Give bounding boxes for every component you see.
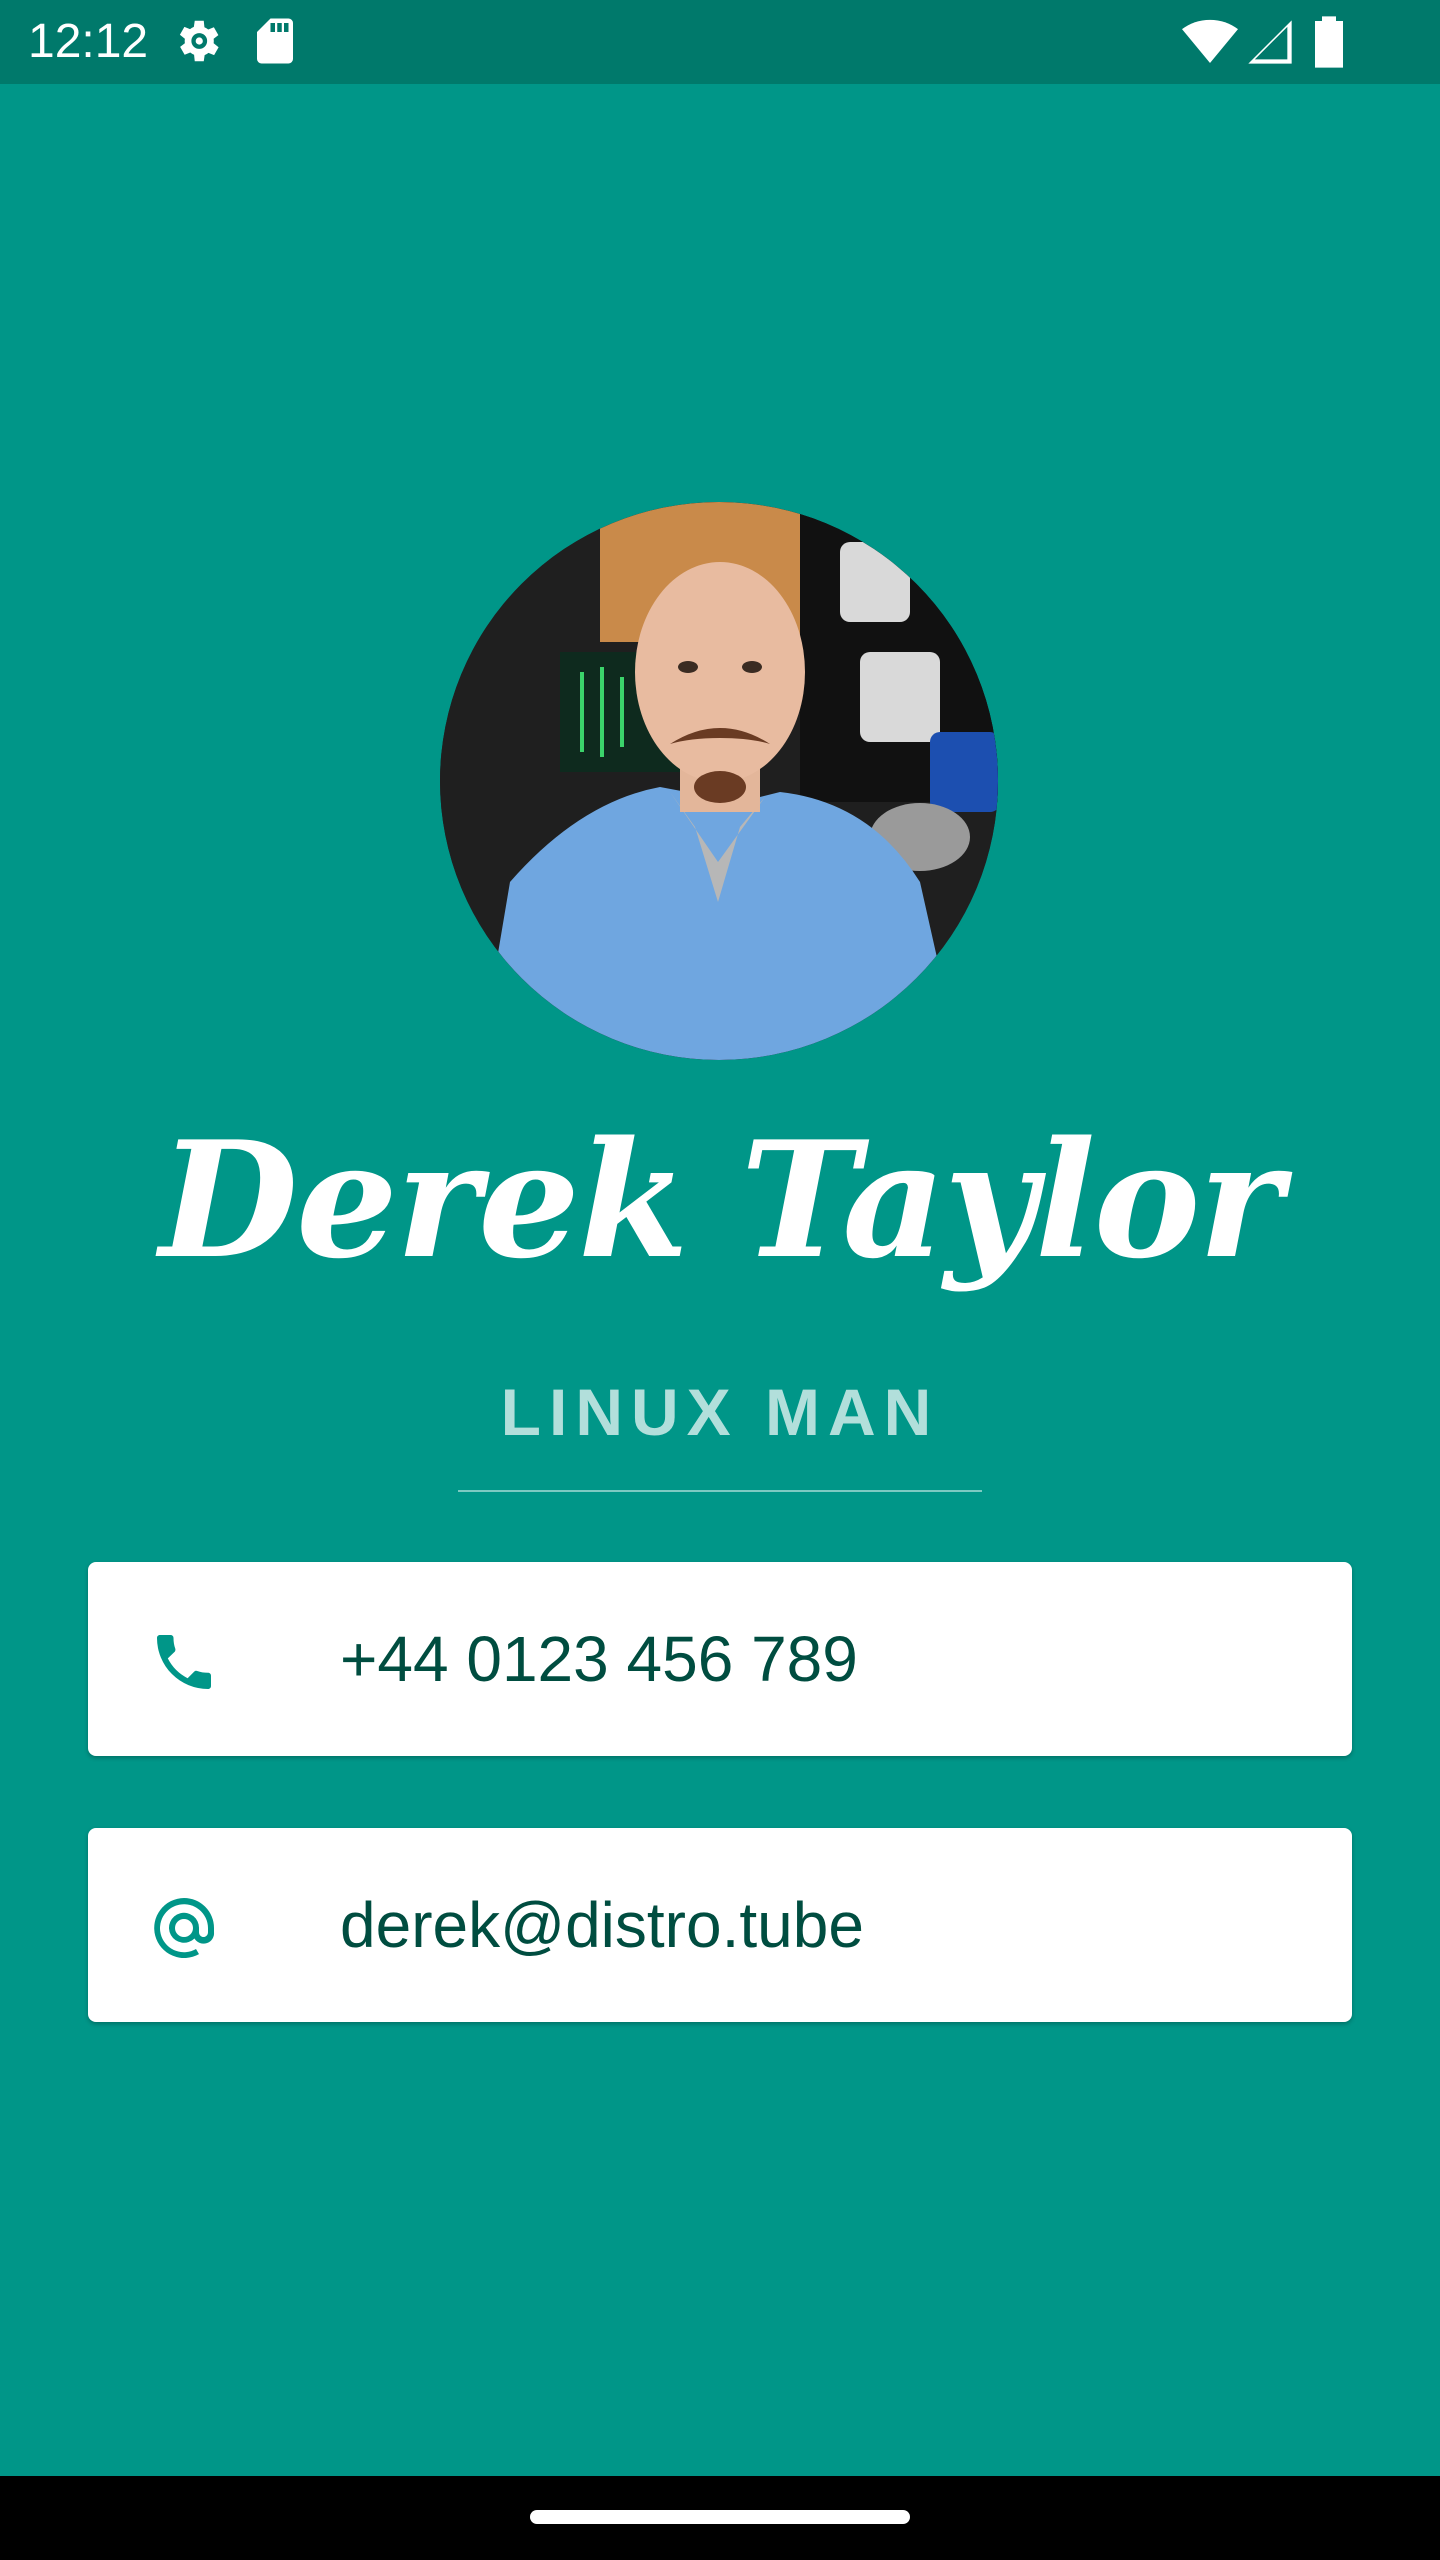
profile-name: Derek Taylor xyxy=(159,1106,1282,1294)
phone-card[interactable]: +44 0123 456 789 xyxy=(88,1562,1352,1756)
navigation-bar xyxy=(0,2476,1440,2560)
status-bar: 12:12 xyxy=(0,0,1440,84)
signal-icon xyxy=(1244,14,1296,74)
profile-title: LINUX MAN xyxy=(500,1375,940,1449)
wifi-icon xyxy=(1182,14,1238,74)
divider xyxy=(458,1490,982,1492)
sd-card-icon xyxy=(248,14,302,72)
at-sign-icon xyxy=(148,1892,220,1964)
profile-photo xyxy=(440,502,998,1060)
home-gesture-handle[interactable] xyxy=(530,2510,910,2524)
status-time: 12:12 xyxy=(28,15,149,68)
email-address: derek@distro.tube xyxy=(340,1889,864,1961)
settings-icon xyxy=(170,14,224,72)
phone-icon xyxy=(148,1626,220,1698)
phone-number: +44 0123 456 789 xyxy=(340,1623,858,1695)
email-card[interactable]: derek@distro.tube xyxy=(88,1828,1352,2022)
battery-icon xyxy=(1308,14,1350,74)
profile-avatar xyxy=(440,502,998,1060)
